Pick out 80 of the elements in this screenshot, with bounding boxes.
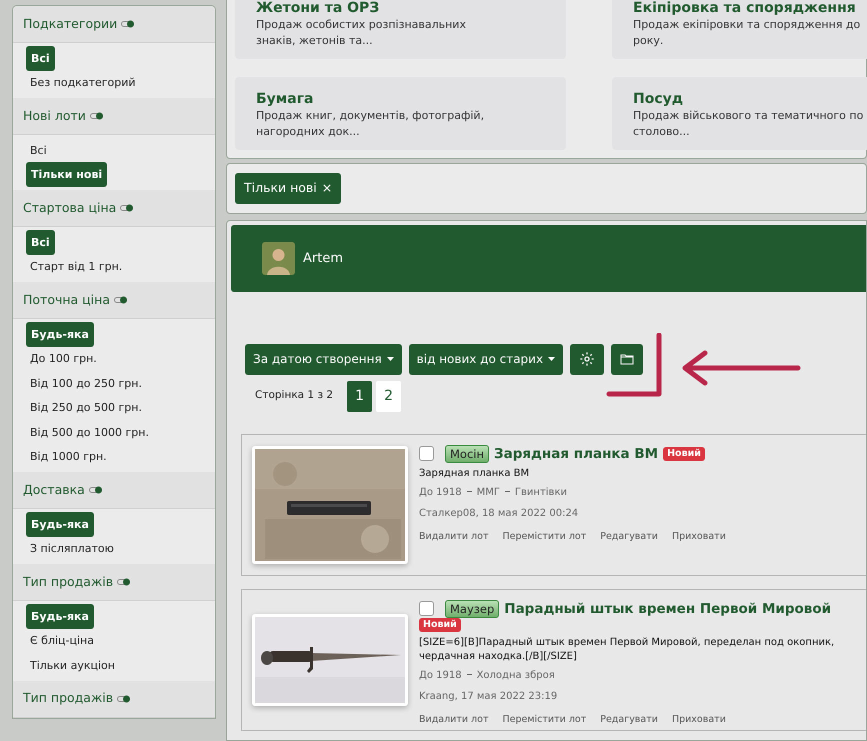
category-card[interactable]: Жетони та ОРЗ Продаж особистих розпізнавальних знаків, жетонів та... xyxy=(235,0,566,59)
filter-option[interactable]: Від 250 до 500 грн. xyxy=(30,400,142,416)
filter-option[interactable]: Всі xyxy=(26,46,55,71)
category-description: Продаж книг, документів, фотографій, нагородних док... xyxy=(256,108,486,140)
filter-option[interactable]: Будь-яка xyxy=(26,604,94,629)
breadcrumb-link[interactable]: ММГ xyxy=(476,484,500,500)
category-description: Продаж екіпіровки та спорядження до року. xyxy=(633,17,862,49)
filter-option[interactable]: З післяплатою xyxy=(30,541,114,556)
toggle-icon[interactable] xyxy=(90,112,104,120)
category-description: Продаж особистих розпізнавальних знаків, жетонів та... xyxy=(256,17,467,49)
toggle-icon[interactable] xyxy=(88,486,103,494)
toggle-icon[interactable] xyxy=(121,20,136,28)
page-button[interactable]: 1 xyxy=(347,380,372,412)
breadcrumb-link[interactable]: Холодна зброя xyxy=(476,668,555,683)
user-name[interactable]: Artem xyxy=(303,248,343,268)
filter-heading[interactable]: Нові лоти xyxy=(23,106,86,126)
filter-option[interactable]: Тільки нові xyxy=(26,162,108,188)
filter-option[interactable]: Тільки аукціон xyxy=(30,658,115,673)
filter-option[interactable]: Є бліц-ціна xyxy=(30,633,94,648)
filter-heading[interactable]: Доставка xyxy=(23,480,85,500)
lot-action-link[interactable]: Приховати xyxy=(672,712,726,727)
lot-meta: Сталкер08, 18 мая 2022 00:24 xyxy=(419,506,580,521)
caret-icon xyxy=(548,357,556,362)
folder-icon xyxy=(620,353,634,366)
prefix-tag[interactable]: Маузер xyxy=(445,600,500,618)
filter-option[interactable]: Від 100 до 250 грн. xyxy=(30,376,142,391)
separator-icon xyxy=(504,491,510,494)
filter-option[interactable]: Від 1000 грн. xyxy=(30,449,107,464)
filter-option[interactable]: Всі xyxy=(26,230,55,255)
category-card[interactable]: Посуд Продаж військового та тематичного по столово... xyxy=(612,77,867,150)
breadcrumb-link[interactable]: Гвинтівки xyxy=(514,484,567,500)
sort-field-dropdown[interactable]: За датою створення xyxy=(245,344,402,375)
toggle-icon[interactable] xyxy=(117,694,132,702)
lot-action-link[interactable]: Видалити лот xyxy=(419,712,488,727)
filter-option[interactable]: Від 500 до 1000 грн. xyxy=(30,424,149,440)
select-checkbox[interactable] xyxy=(419,601,434,616)
category-title[interactable]: Жетони та ОРЗ xyxy=(256,0,560,17)
toggle-icon[interactable] xyxy=(114,296,128,304)
avatar-icon xyxy=(262,242,295,275)
lot-description: [SIZE=6][B]Парадный штык времен Первой Мировой, переделан под окопник, чердачная находка.[/B][/SIZE] xyxy=(419,636,836,664)
category-card[interactable]: Екіпіровка та спорядження Продаж екіпіровки та спорядження до року. xyxy=(612,0,867,59)
filter-option[interactable]: Будь-яка xyxy=(26,322,94,347)
settings-button[interactable] xyxy=(570,344,604,375)
breadcrumb-link[interactable]: До 1918 xyxy=(419,484,462,500)
lot-title[interactable]: Парадный штык времен Первой Мировой xyxy=(504,600,832,618)
toggle-icon[interactable] xyxy=(117,578,132,586)
sort-order-dropdown[interactable]: від нових до старих xyxy=(408,344,564,375)
lot-action-link[interactable]: Приховати xyxy=(672,530,726,544)
pagination-label: Сторінка 1 з 2 xyxy=(255,388,334,404)
breadcrumb-link[interactable]: До 1918 xyxy=(419,668,462,683)
lot-description: Зарядная планка ВМ xyxy=(419,466,530,481)
lot-action-link[interactable]: Перемістити лот xyxy=(502,530,586,544)
lot-action-link[interactable]: Видалити лот xyxy=(419,530,488,544)
filter-chip[interactable]: Тільки нові × xyxy=(235,173,342,204)
separator-icon xyxy=(466,674,472,676)
folder-button[interactable] xyxy=(611,344,644,375)
separator-icon xyxy=(466,491,472,494)
filter-option[interactable]: До 100 грн. xyxy=(30,351,97,366)
category-card[interactable]: Бумага Продаж книг, документів, фотографій, нагородних док... xyxy=(235,77,566,150)
category-title[interactable]: Екіпіровка та спорядження xyxy=(633,0,865,17)
new-badge: Новий xyxy=(419,618,461,632)
toggle-icon[interactable] xyxy=(120,204,134,212)
lot-action-link[interactable]: Перемістити лот xyxy=(502,712,586,727)
filter-option[interactable]: Будь-яка xyxy=(26,512,94,537)
lot-meta: Kraang, 17 мая 2022 23:19 xyxy=(419,690,558,704)
settings-icon xyxy=(579,351,596,368)
caret-icon xyxy=(386,357,394,362)
new-badge: Новий xyxy=(663,446,705,461)
filter-option[interactable]: Всі xyxy=(30,142,47,158)
lot-action-link[interactable]: Редагувати xyxy=(600,712,658,727)
category-title[interactable]: Посуд xyxy=(633,91,865,108)
select-checkbox[interactable] xyxy=(419,446,434,462)
filter-option[interactable]: Без подкатегорий xyxy=(30,75,136,90)
prefix-tag[interactable]: Мосін xyxy=(445,444,489,463)
filter-option[interactable]: Старт від 1 грн. xyxy=(30,259,122,274)
category-description: Продаж військового та тематичного по столово... xyxy=(633,108,864,140)
page-button[interactable]: 2 xyxy=(376,380,402,412)
category-title[interactable]: Бумага xyxy=(256,91,560,108)
lot-action-link[interactable]: Редагувати xyxy=(600,530,658,544)
lot-title[interactable]: Зарядная планка ВМ xyxy=(494,444,658,463)
